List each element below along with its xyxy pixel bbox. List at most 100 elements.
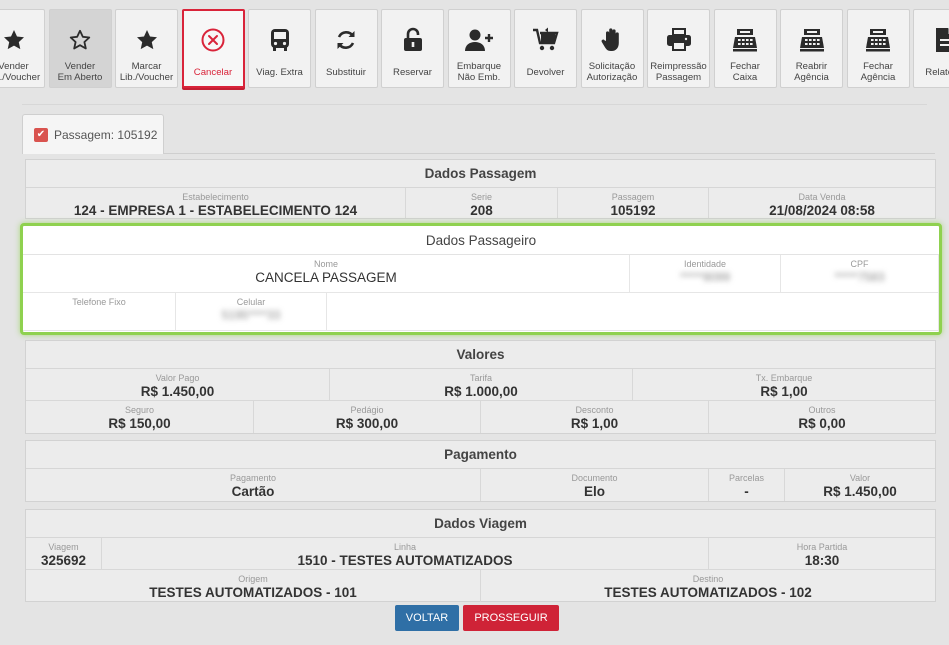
substituir-button[interactable]: Substituir — [314, 9, 378, 88]
star-half-icon — [0, 26, 44, 54]
field-value: R$ 0,00 — [798, 416, 846, 431]
lock-open-icon — [382, 26, 443, 54]
identidade-field: Identidade *****8099 — [630, 255, 781, 292]
dados-passageiro-panel: Dados Passageiro Nome CANCELA PASSAGEM I… — [20, 223, 942, 335]
document-icon — [914, 26, 949, 54]
celular-field: Celular 5195****33 — [176, 293, 327, 330]
field-value: CANCELA PASSAGEM — [255, 270, 397, 285]
hora-partida-field: Hora Partida 18:30 — [709, 538, 935, 569]
field-value: 18:30 — [804, 553, 840, 568]
field-value: 124 - EMPRESA 1 - ESTABELECIMENTO 124 — [73, 203, 358, 218]
viag-extra-button[interactable]: Viag. Extra — [248, 9, 311, 88]
toolbar-button-label: Vender Lib./Voucher — [0, 61, 41, 83]
embarque-nao-emb-button[interactable]: Embarque Não Emb. — [447, 9, 511, 88]
field-label: Pagamento — [229, 473, 277, 483]
passagem-field: Passagem 105192 — [558, 188, 709, 218]
field-label: Celular — [236, 297, 266, 307]
pagamento-field: Pagamento Cartão — [26, 469, 481, 501]
reservar-button[interactable]: Reservar — [381, 9, 444, 88]
reabrir-agencia-button[interactable]: Reabrir Agência — [780, 9, 843, 88]
field-value: 1510 - TESTES AUTOMATIZADOS — [297, 553, 513, 568]
field-label: Pedágio — [350, 405, 384, 415]
panel-title: Pagamento — [26, 441, 935, 469]
parcelas-field: Parcelas - — [709, 469, 785, 501]
field-label: Telefone Fixo — [72, 297, 126, 307]
checkbox-icon: ✔ — [34, 127, 48, 142]
vender-voucher-button[interactable]: Vender Lib./Voucher — [0, 9, 45, 88]
data-venda-field: Data Venda 21/08/2024 08:58 — [709, 188, 935, 218]
star-outline-icon — [50, 26, 111, 54]
voltar-button[interactable]: VOLTAR — [395, 605, 459, 631]
valor-pago-field: Valor Pago R$ 1.450,00 — [26, 369, 330, 400]
viagem-field: Viagem 325692 — [26, 538, 102, 569]
field-value: R$ 1.450,00 — [823, 484, 897, 499]
field-label: Documento — [571, 473, 618, 483]
field-value: R$ 150,00 — [108, 416, 171, 431]
devolver-button[interactable]: Devolver — [514, 9, 577, 88]
seguro-field: Seguro R$ 150,00 — [26, 401, 254, 433]
serie-field: Serie 208 — [406, 188, 558, 218]
field-label: Hora Partida — [796, 542, 848, 552]
field-value: R$ 1,00 — [570, 416, 619, 431]
field-value: *****7583 — [834, 270, 885, 284]
field-value: 208 — [470, 203, 493, 218]
field-value: TESTES AUTOMATIZADOS - 102 — [604, 585, 812, 600]
field-label: Data Venda — [798, 192, 846, 202]
field-label: CPF — [850, 259, 869, 269]
cash-register-icon — [848, 26, 909, 54]
telefone-field: Telefone Fixo — [23, 293, 176, 330]
tab-passagem[interactable]: ✔ Passagem: 105192 — [22, 114, 164, 154]
nome-field: Nome CANCELA PASSAGEM — [23, 255, 630, 292]
toolbar-button-label: Reabrir Agência — [794, 61, 829, 83]
field-value: 325692 — [40, 553, 87, 568]
toolbar-button-label: Devolver — [526, 66, 565, 78]
reimpressao-passagem-button[interactable]: Reimpressão Passagem — [647, 9, 710, 88]
valor-field: Valor R$ 1.450,00 — [785, 469, 935, 501]
toolbar-button-label: Reservar — [393, 66, 432, 78]
fechar-agencia-button[interactable]: Fechar Agência — [846, 9, 910, 88]
cart-return-icon — [515, 26, 576, 54]
cancelar-button[interactable]: Cancelar — [181, 9, 245, 88]
solicitacao-autorizacao-button[interactable]: Solicitação Autorização — [580, 9, 644, 88]
empty-field — [327, 293, 939, 330]
tab-divider — [164, 153, 935, 154]
marcar-voucher-button[interactable]: Marcar Lib./Voucher — [115, 9, 178, 88]
action-toolbar: Vender Lib./Voucher Vender Em Aberto Marca… — [0, 9, 949, 88]
field-value: - — [744, 484, 749, 499]
fechar-caixa-button[interactable]: Fechar Caixa — [713, 9, 777, 88]
panel-title: Valores — [26, 341, 935, 369]
field-label: Valor Pago — [155, 373, 200, 383]
field-label: Valor — [849, 473, 871, 483]
tab-label: Passagem: 105192 — [54, 127, 158, 142]
toolbar-button-label: Cancelar — [193, 66, 233, 78]
field-label: Tx. Embarque — [755, 373, 813, 383]
panel-title: Dados Passagem — [26, 160, 935, 188]
pagamento-panel: Pagamento Pagamento Cartão Documento Elo… — [25, 440, 936, 502]
bus-icon — [249, 26, 310, 54]
field-value: 21/08/2024 08:58 — [769, 203, 875, 218]
cash-register-icon — [715, 26, 776, 54]
field-label: Estabelecimento — [182, 192, 249, 202]
field-value: 5195****33 — [221, 308, 281, 322]
toolbar-button-label: Solicitação Autorização — [586, 61, 638, 83]
printer-icon — [648, 26, 709, 54]
valores-panel: Valores Valor Pago R$ 1.450,00 Tarifa R$… — [25, 340, 936, 434]
dados-viagem-panel: Dados Viagem Viagem 325692 Linha 1510 - … — [25, 509, 936, 602]
outros-field: Outros R$ 0,00 — [709, 401, 935, 433]
prosseguir-button[interactable]: PROSSEGUIR — [463, 605, 559, 631]
field-value: TESTES AUTOMATIZADOS - 101 — [149, 585, 357, 600]
linha-field: Linha 1510 - TESTES AUTOMATIZADOS — [102, 538, 709, 569]
vender-em-aberto-button[interactable]: Vender Em Aberto — [48, 9, 112, 88]
tarifa-field: Tarifa R$ 1.000,00 — [330, 369, 633, 400]
toolbar-button-label: Marcar Lib./Voucher — [119, 61, 174, 83]
toolbar-button-label: Relatório — [925, 66, 949, 78]
relatorio-button[interactable]: Relatório — [913, 9, 949, 88]
origem-field: Origem TESTES AUTOMATIZADOS - 101 — [26, 570, 481, 602]
field-value: *****8099 — [679, 270, 731, 284]
panel-title: Dados Viagem — [26, 510, 935, 538]
toolbar-divider — [22, 104, 927, 105]
documento-field: Documento Elo — [481, 469, 709, 501]
field-value: R$ 1.450,00 — [140, 384, 215, 399]
field-label: Origem — [238, 574, 268, 584]
toolbar-button-label: Embarque Não Emb. — [456, 61, 502, 83]
